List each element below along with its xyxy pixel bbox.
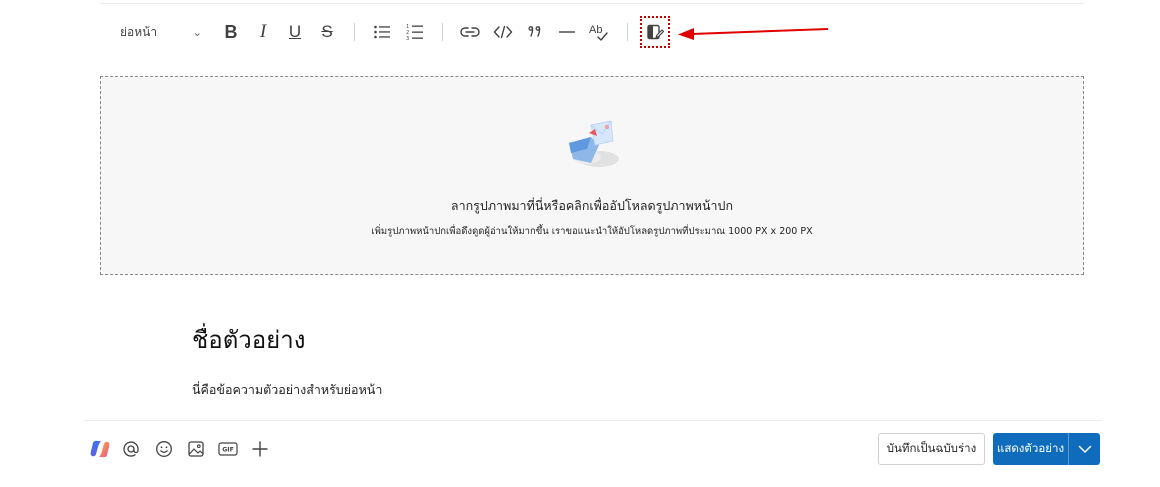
formatting-toolbar: ย่อหน้า ⌄ B I U S 1 2 3 Ab — [100, 14, 700, 50]
copilot-button[interactable] — [88, 437, 112, 461]
horizontal-rule-button[interactable] — [554, 14, 580, 50]
code-icon — [493, 25, 513, 39]
gif-icon: GIF — [218, 442, 238, 456]
upload-illustration-icon — [569, 120, 619, 167]
image-icon — [188, 441, 204, 457]
emoji-button[interactable] — [152, 437, 176, 461]
mention-icon — [123, 441, 139, 457]
plus-icon — [252, 441, 268, 457]
preview-button[interactable]: แสดงตัวอย่าง — [993, 433, 1068, 465]
code-button[interactable] — [490, 14, 516, 50]
toolbar-divider — [354, 23, 355, 41]
numbered-list-button[interactable]: 1 2 3 — [402, 14, 428, 50]
gif-button[interactable]: GIF — [216, 437, 240, 461]
more-insert-button[interactable] — [248, 437, 272, 461]
strikethrough-button[interactable]: S — [314, 14, 340, 50]
spellcheck-icon: Ab — [589, 24, 608, 41]
numbered-list-icon: 1 2 3 — [406, 24, 423, 41]
article-title[interactable]: ชื่อตัวอย่าง — [192, 320, 305, 359]
svg-text:3: 3 — [406, 36, 409, 41]
italic-button[interactable]: I — [250, 14, 276, 50]
cover-image-dropzone[interactable]: ลากรูปภาพมาที่นี่หรือคลิกเพื่ออัปโหลดรูป… — [100, 76, 1084, 275]
link-icon — [460, 27, 480, 37]
bottom-divider — [84, 420, 1102, 421]
preview-dropdown-button[interactable] — [1068, 433, 1100, 465]
dropzone-subtitle: เพิ่มรูปภาพหน้าปกเพื่อดึงดูดผู้อ่านให้มา… — [371, 226, 813, 237]
emoji-icon — [156, 441, 172, 457]
save-draft-button[interactable]: บันทึกเป็นฉบับร่าง — [878, 433, 985, 465]
copilot-icon — [90, 440, 110, 458]
cover-image-edit-icon — [647, 24, 664, 40]
toolbar-divider — [627, 23, 628, 41]
paragraph-style-dropdown[interactable]: ย่อหน้า ⌄ — [110, 14, 208, 50]
annotation-arrow — [678, 28, 829, 40]
chevron-down-icon: ⌄ — [192, 25, 202, 39]
chevron-down-icon — [1078, 445, 1091, 453]
underline-button[interactable]: U — [282, 14, 308, 50]
gif-label: GIF — [222, 447, 234, 454]
horizontal-rule-icon — [559, 31, 575, 33]
bullet-list-icon — [374, 25, 390, 39]
paragraph-style-label: ย่อหน้า — [120, 24, 158, 39]
link-button[interactable] — [457, 14, 483, 50]
toolbar-divider — [442, 23, 443, 41]
quote-icon — [528, 26, 541, 37]
insert-image-button[interactable] — [184, 437, 208, 461]
bullet-list-button[interactable] — [369, 14, 395, 50]
bold-button[interactable]: B — [218, 14, 244, 50]
article-body[interactable]: นี่คือข้อความตัวอย่างสำหรับย่อหน้า — [192, 380, 382, 400]
spellcheck-button[interactable]: Ab — [586, 14, 612, 50]
mention-button[interactable] — [119, 437, 143, 461]
quote-button[interactable] — [522, 14, 548, 50]
cover-image-edit-button[interactable] — [640, 16, 670, 48]
dropzone-title: ลากรูปภาพมาที่นี่หรือคลิกเพื่ออัปโหลดรูป… — [450, 198, 734, 213]
top-divider — [100, 3, 1084, 4]
svg-text:Ab: Ab — [589, 24, 602, 36]
